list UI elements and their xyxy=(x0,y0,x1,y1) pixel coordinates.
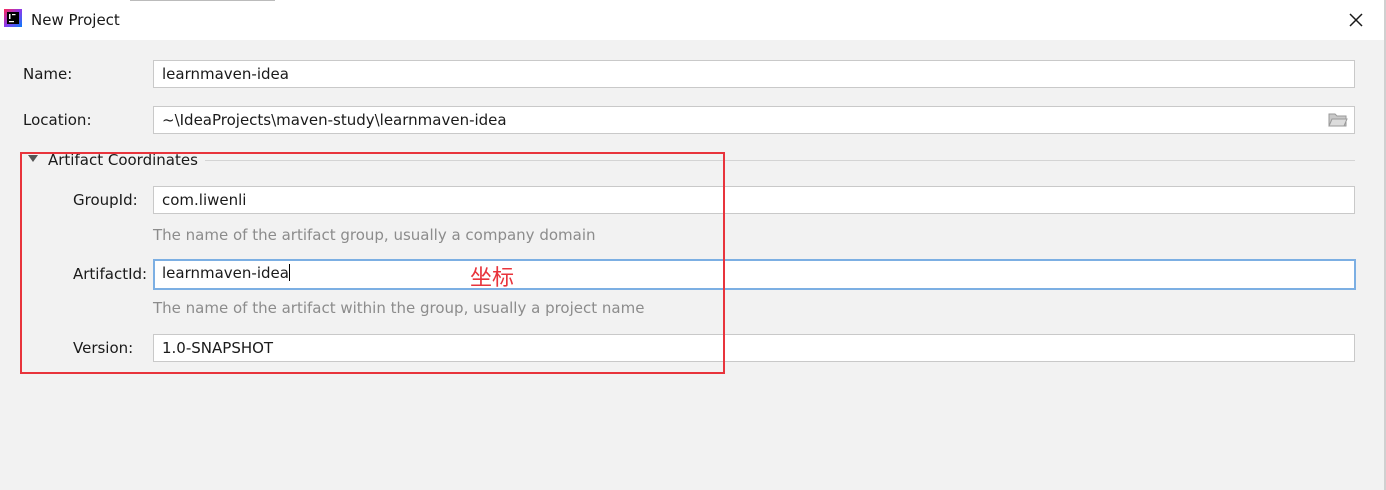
name-label: Name: xyxy=(23,65,73,83)
title-bar: New Project xyxy=(0,0,1386,40)
name-field[interactable]: learnmaven-idea xyxy=(153,60,1355,88)
close-icon[interactable] xyxy=(1344,8,1368,32)
location-field-value: ~\IdeaProjects\maven-study\learnmaven-id… xyxy=(162,111,507,129)
window-title: New Project xyxy=(31,11,120,29)
intellij-idea-icon xyxy=(4,9,22,27)
annotation-text: 坐标 xyxy=(470,266,515,291)
annotation-highlight-box xyxy=(20,152,725,374)
folder-icon[interactable] xyxy=(1328,112,1348,128)
location-field[interactable]: ~\IdeaProjects\maven-study\learnmaven-id… xyxy=(153,106,1355,134)
name-field-value: learnmaven-idea xyxy=(162,65,289,83)
top-edge-line xyxy=(130,0,275,1)
location-label: Location: xyxy=(23,111,92,129)
